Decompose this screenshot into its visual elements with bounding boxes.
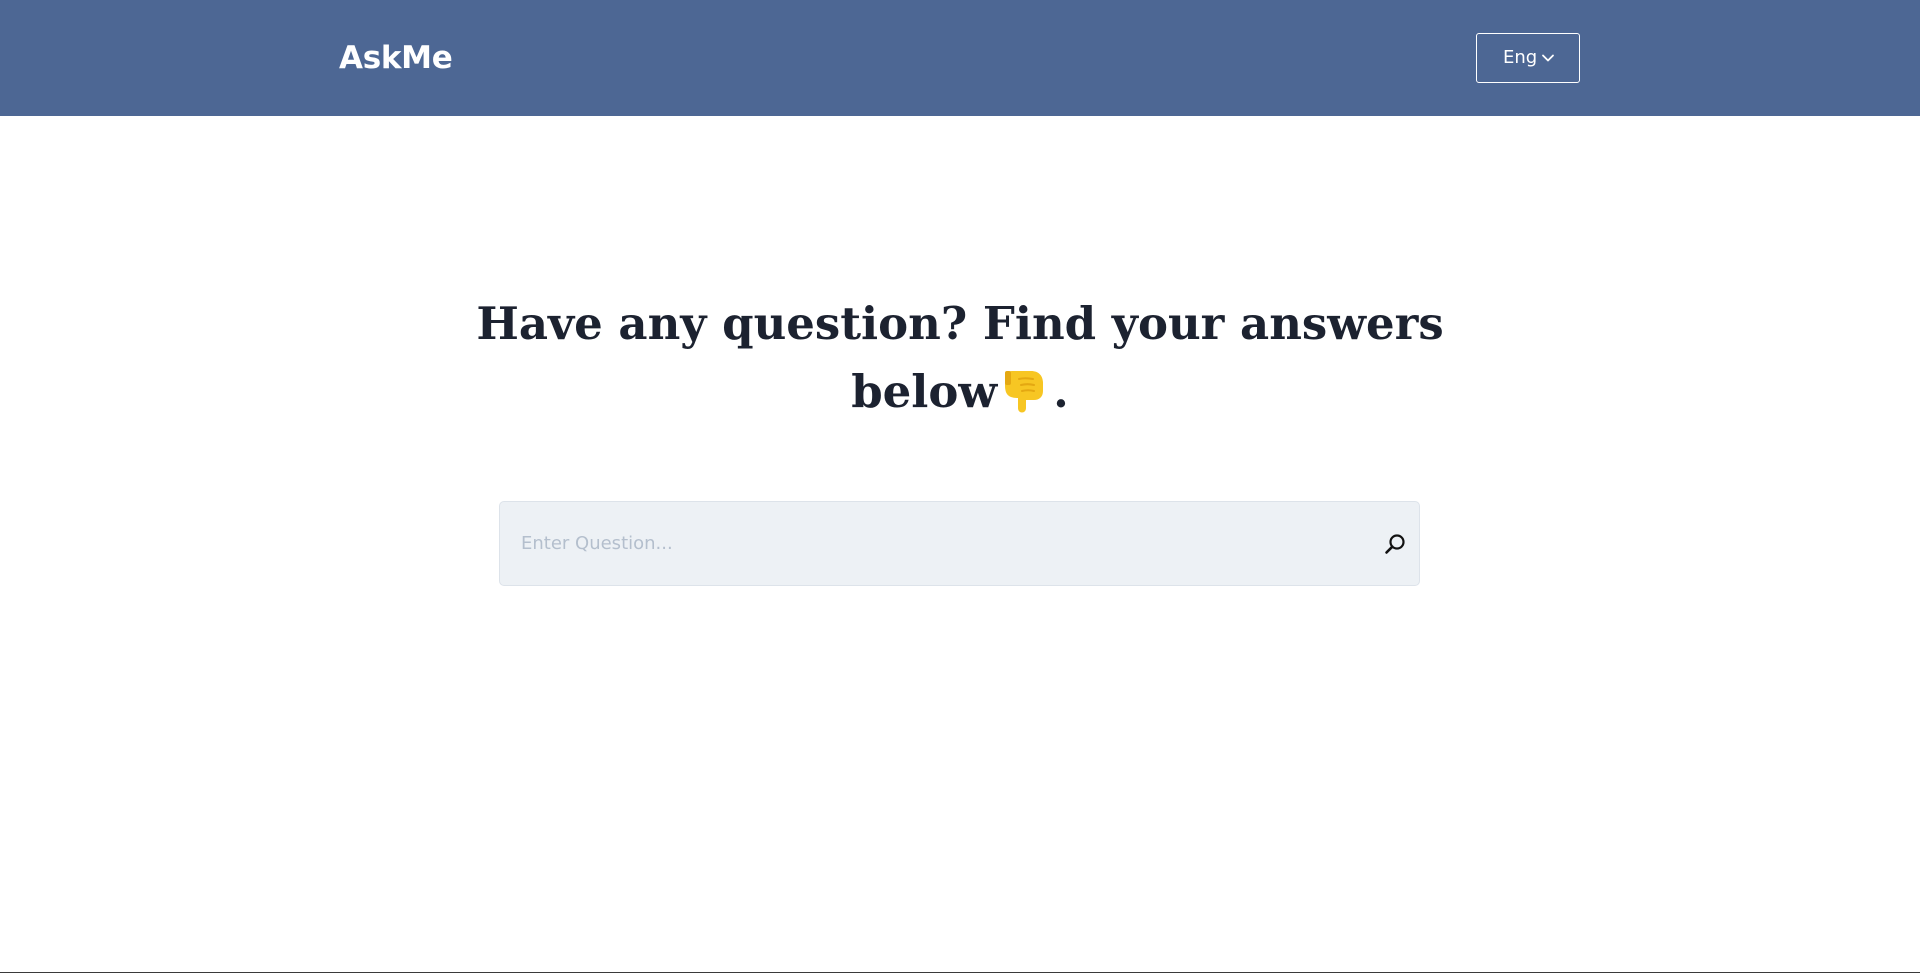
language-selected-label: Eng	[1503, 47, 1538, 68]
page: AskMe Eng Have any question? Find your a…	[0, 0, 1920, 973]
brand-logo[interactable]: AskMe	[339, 38, 453, 78]
pointing-down-hand-icon	[1005, 371, 1044, 413]
headline-period: .	[1053, 365, 1069, 418]
page-headline: Have any question? Find your answers bel…	[460, 290, 1460, 426]
search-bar	[499, 501, 1420, 586]
search-icon	[1385, 534, 1405, 554]
language-select[interactable]: Eng	[1476, 33, 1580, 83]
top-navbar: AskMe Eng	[0, 0, 1920, 116]
search-input[interactable]	[500, 502, 1360, 585]
search-button[interactable]	[1383, 532, 1407, 556]
chevron-down-icon	[1542, 54, 1554, 62]
headline-line-2: below	[851, 365, 998, 418]
headline-line-1: Have any question? Find your answers	[476, 297, 1444, 350]
